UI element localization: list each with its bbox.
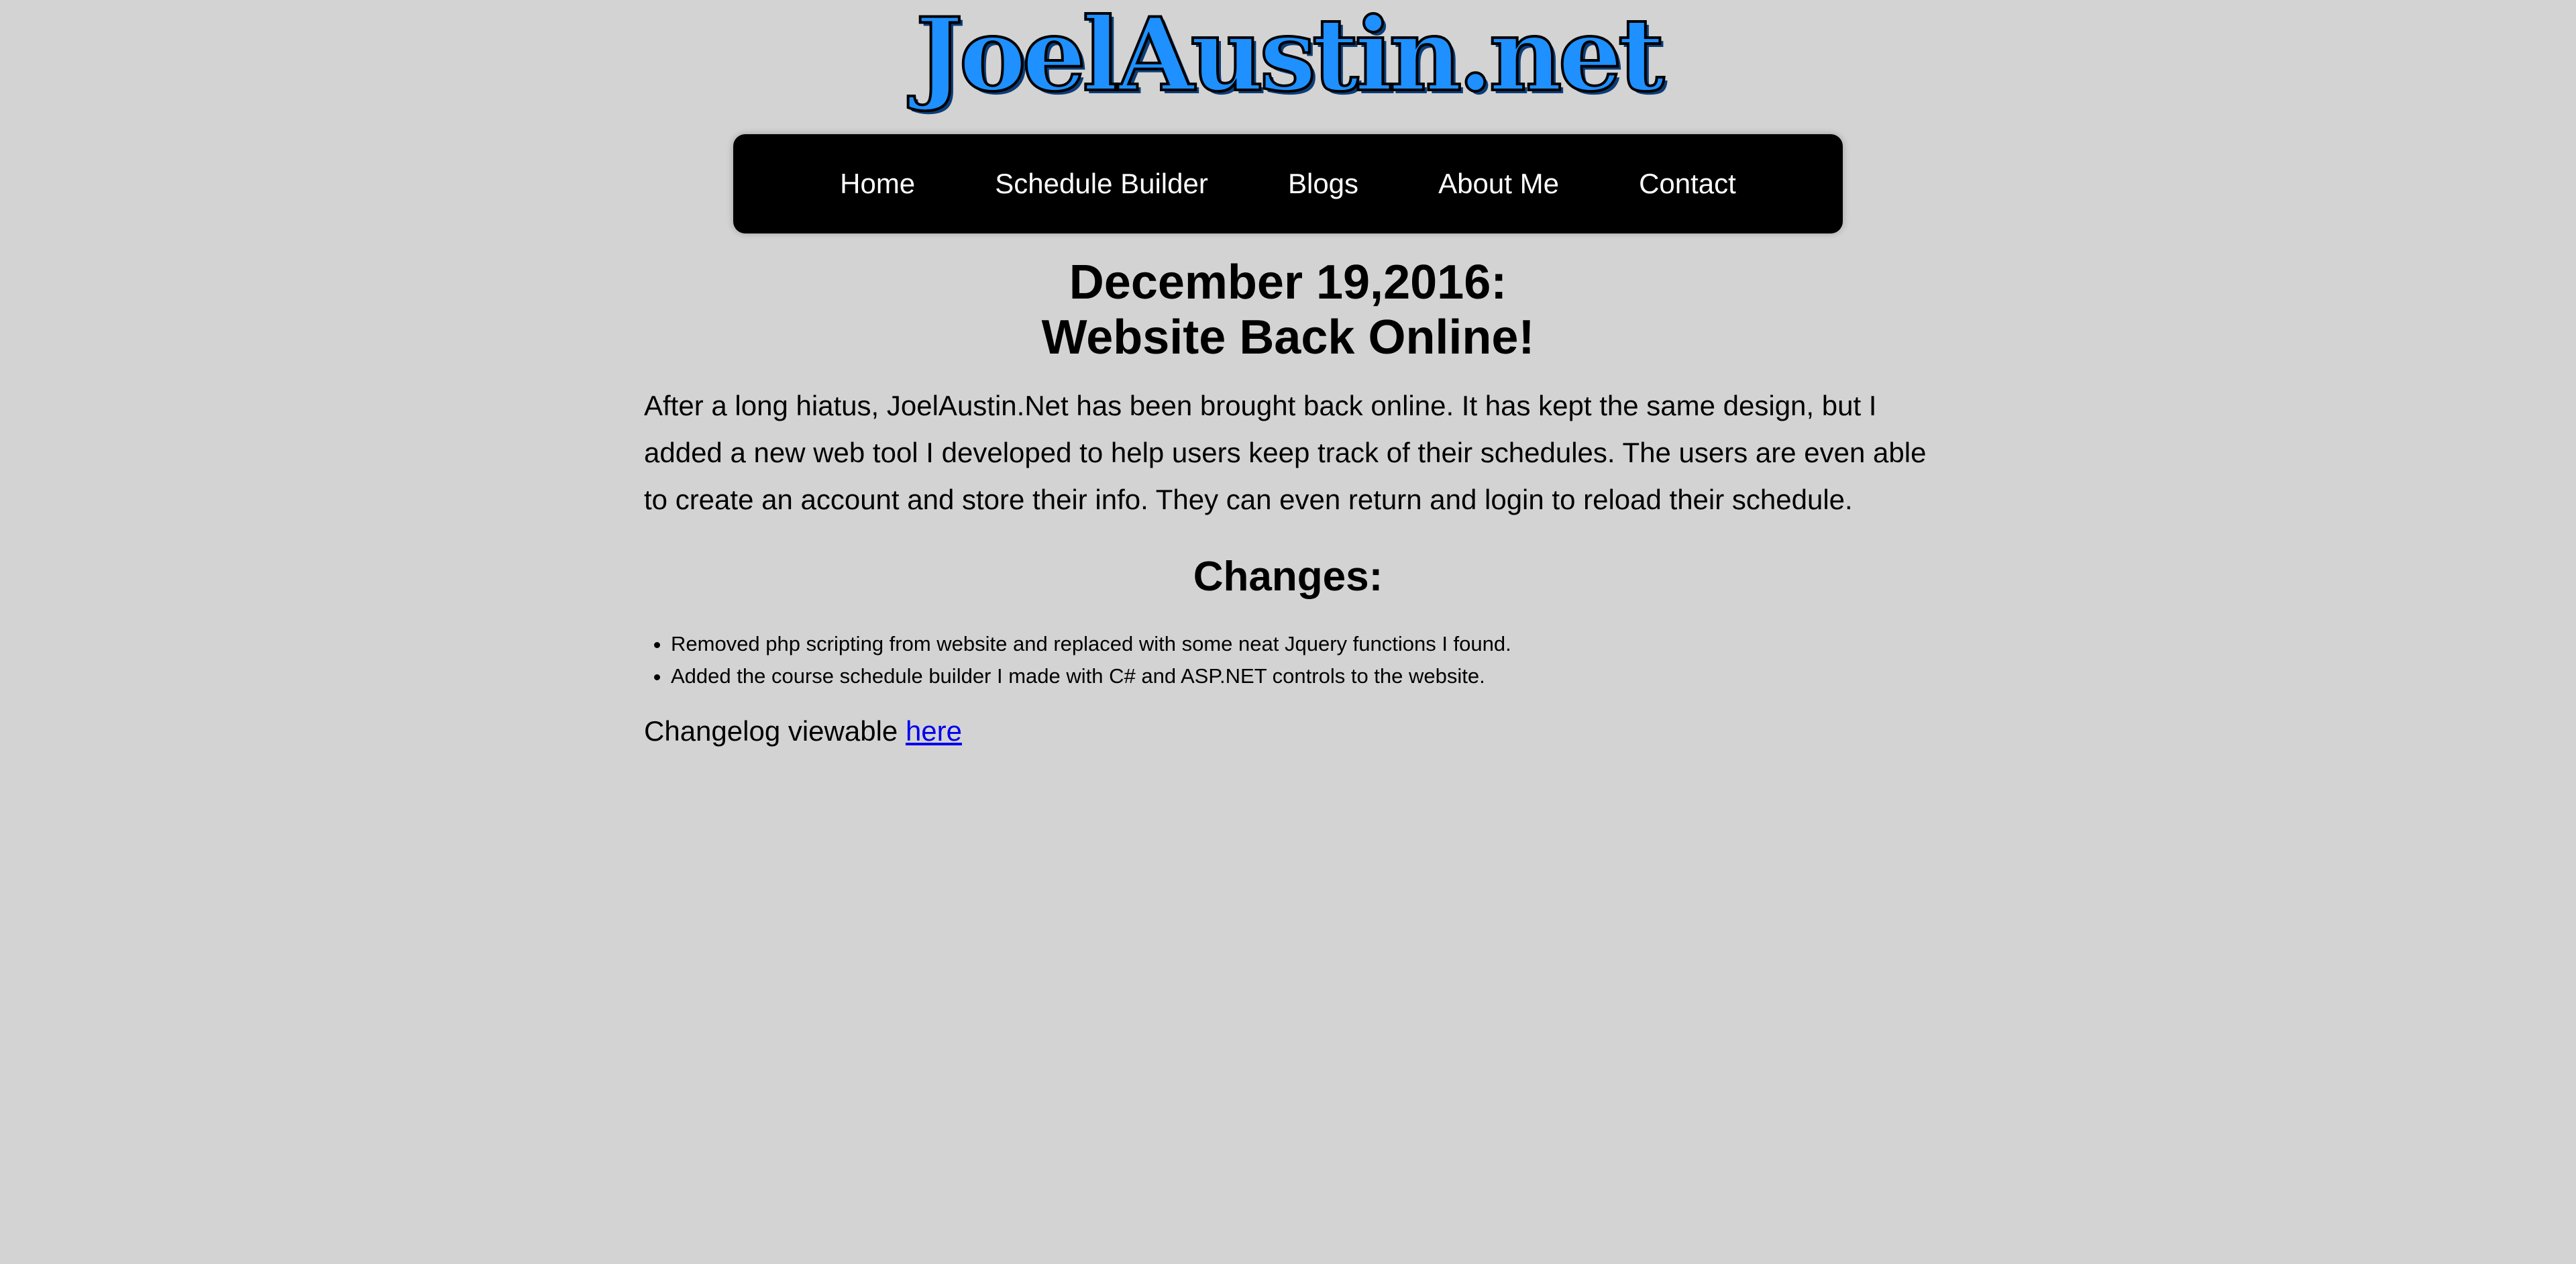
changelog-text: Changelog viewable	[644, 715, 906, 747]
changelog-line: Changelog viewable here	[644, 713, 1932, 750]
post-headline: Website Back Online!	[1041, 311, 1535, 364]
post-date: December 19,2016:	[1069, 256, 1507, 309]
changelog-link[interactable]: here	[906, 715, 962, 747]
nav-item-about-me[interactable]: About Me	[1438, 168, 1559, 200]
list-item: Added the course schedule builder I made…	[671, 660, 1932, 692]
nav-item-contact[interactable]: Contact	[1639, 168, 1736, 200]
post-title: December 19,2016: Website Back Online!	[644, 255, 1932, 365]
main-nav: Home Schedule Builder Blogs About Me Con…	[733, 134, 1843, 233]
changes-heading: Changes:	[1193, 554, 1383, 600]
nav-item-blogs[interactable]: Blogs	[1288, 168, 1358, 200]
list-item: Removed php scripting from website and r…	[671, 628, 1932, 660]
post-content: December 19,2016: Website Back Online! A…	[644, 255, 1932, 750]
nav-item-schedule-builder[interactable]: Schedule Builder	[995, 168, 1208, 200]
changes-list: Removed php scripting from website and r…	[644, 628, 1932, 692]
nav-item-home[interactable]: Home	[840, 168, 915, 200]
site-title: JoelAustin.net	[914, 0, 1666, 114]
post-body: After a long hiatus, JoelAustin.Net has …	[644, 390, 1927, 515]
